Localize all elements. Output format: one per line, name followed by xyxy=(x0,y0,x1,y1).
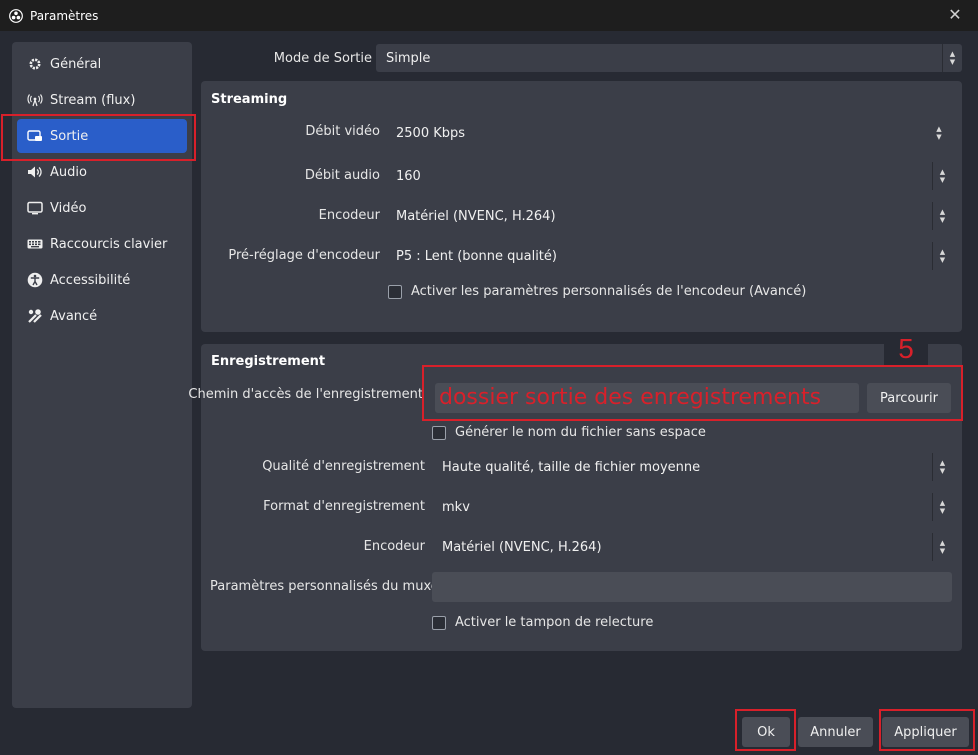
sidebar-item-stream[interactable]: Stream (flux) xyxy=(17,83,187,117)
updown-arrows-icon: ▲ ▼ xyxy=(942,44,962,72)
sidebar-item-label: Stream (flux) xyxy=(50,92,136,108)
close-icon[interactable]: ✕ xyxy=(946,6,964,24)
replay-buffer-checkbox[interactable] xyxy=(432,615,446,630)
recording-quality-select[interactable]: Haute qualité, taille de fichier moyenne… xyxy=(432,453,952,481)
output-mode-row: Mode de Sortie Simple ▲ ▼ xyxy=(200,44,966,74)
speaker-icon xyxy=(27,164,43,180)
custom-encoder-checkbox[interactable] xyxy=(388,284,402,299)
sidebar-item-label: Sortie xyxy=(50,128,89,144)
encoder-preset-label: Pré-réglage d'encodeur xyxy=(228,248,380,263)
recording-path-input[interactable]: dossier sortie des enregistrements xyxy=(435,383,859,413)
sidebar-item-advanced[interactable]: Avancé xyxy=(17,299,187,333)
sidebar-item-label: Audio xyxy=(50,164,87,180)
updown-arrows-icon: ▲ ▼ xyxy=(932,242,952,270)
updown-arrows-icon: ▲ ▼ xyxy=(932,533,952,561)
recording-group: Enregistrement Chemin d'accès de l'enreg… xyxy=(188,344,962,651)
sidebar-item-audio[interactable]: Audio xyxy=(17,155,187,189)
sidebar-item-label: Général xyxy=(50,56,102,72)
obs-logo-icon xyxy=(9,8,23,23)
streaming-group: Streaming Débit vidéo 2500 Kbps ▲ ▼ Débit… xyxy=(201,81,962,332)
output-mode-value: Simple xyxy=(386,50,431,66)
sidebar-item-hotkeys[interactable]: Raccourcis clavier xyxy=(17,227,187,261)
recording-quality-value: Haute qualité, taille de fichier moyenne xyxy=(442,459,701,475)
step-number-annotation: 5 xyxy=(884,332,928,366)
updown-arrows-icon: ▲ ▼ xyxy=(932,493,952,521)
cancel-button[interactable]: Annuler xyxy=(798,717,873,747)
recording-encoder-value: Matériel (NVENC, H.264) xyxy=(442,539,602,555)
output-settings-panel: Mode de Sortie Simple ▲ ▼ Streaming Débit… xyxy=(188,42,966,708)
streaming-encoder-value: Matériel (NVENC, H.264) xyxy=(396,208,556,224)
updown-arrows-icon[interactable]: ▲ ▼ xyxy=(929,119,949,147)
video-bitrate-spinbox[interactable]: 2500 Kbps ▲ ▼ xyxy=(386,119,949,147)
sidebar-item-accessibility[interactable]: Accessibilité xyxy=(17,263,187,297)
output-mode-select[interactable]: Simple ▲ ▼ xyxy=(376,44,962,72)
updown-arrows-icon: ▲ ▼ xyxy=(932,162,952,190)
recording-path-label: Chemin d'accès de l'enregistrement xyxy=(188,387,423,402)
sidebar-item-label: Accessibilité xyxy=(50,272,131,288)
sidebar-item-label: Avancé xyxy=(50,308,98,324)
audio-bitrate-label: Débit audio xyxy=(304,168,380,183)
replay-buffer-checkbox-label: Activer le tampon de relecture xyxy=(455,615,654,630)
muxer-label: Paramètres personnalisés du muxer xyxy=(210,579,445,594)
recording-quality-label: Qualité d'enregistrement xyxy=(262,459,425,474)
output-icon xyxy=(27,128,43,144)
replay-buffer-checkbox-row[interactable]: Activer le tampon de relecture xyxy=(432,615,653,630)
apply-button[interactable]: Appliquer xyxy=(882,717,969,747)
recording-format-value: mkv xyxy=(442,499,470,515)
audio-bitrate-select[interactable]: 160 ▲ ▼ xyxy=(386,162,952,190)
monitor-icon xyxy=(27,200,43,216)
updown-arrows-icon: ▲ ▼ xyxy=(932,202,952,230)
window-title: Paramètres xyxy=(30,8,99,23)
recording-title: Enregistrement xyxy=(211,354,326,369)
settings-sidebar: Général Stream (flux) Sortie Audio Vidéo… xyxy=(12,42,192,708)
recording-format-label: Format d'enregistrement xyxy=(263,499,425,514)
video-bitrate-value: 2500 Kbps xyxy=(396,125,466,141)
antenna-icon xyxy=(27,92,43,108)
audio-bitrate-value: 160 xyxy=(396,168,421,184)
streaming-encoder-select[interactable]: Matériel (NVENC, H.264) ▲ ▼ xyxy=(386,202,952,230)
encoder-preset-select[interactable]: P5 : Lent (bonne qualité) ▲ ▼ xyxy=(386,242,952,270)
no-space-checkbox-row[interactable]: Générer le nom du fichier sans espace xyxy=(432,425,706,440)
browse-button[interactable]: Parcourir xyxy=(867,383,951,413)
recording-encoder-label: Encodeur xyxy=(363,539,425,554)
custom-encoder-checkbox-row[interactable]: Activer les paramètres personnalisés de … xyxy=(388,284,806,299)
recording-encoder-select[interactable]: Matériel (NVENC, H.264) ▲ ▼ xyxy=(432,533,952,561)
no-space-checkbox[interactable] xyxy=(432,425,446,440)
video-bitrate-label: Débit vidéo xyxy=(305,124,380,139)
no-space-checkbox-label: Générer le nom du fichier sans espace xyxy=(455,425,706,440)
custom-encoder-checkbox-label: Activer les paramètres personnalisés de … xyxy=(411,284,807,299)
title-bar: Paramètres ✕ xyxy=(0,0,978,31)
sidebar-item-label: Raccourcis clavier xyxy=(50,236,168,252)
accessibility-icon xyxy=(27,272,43,288)
gear-icon xyxy=(27,56,43,72)
sidebar-item-video[interactable]: Vidéo xyxy=(17,191,187,225)
ok-button[interactable]: Ok xyxy=(742,717,790,747)
sidebar-item-general[interactable]: Général xyxy=(17,47,187,81)
sidebar-item-label: Vidéo xyxy=(50,200,87,216)
keyboard-icon xyxy=(27,236,43,252)
encoder-preset-value: P5 : Lent (bonne qualité) xyxy=(396,248,557,264)
tools-icon xyxy=(27,308,43,324)
recording-format-select[interactable]: mkv ▲ ▼ xyxy=(432,493,952,521)
output-mode-label: Mode de Sortie xyxy=(273,51,372,66)
streaming-title: Streaming xyxy=(211,92,288,107)
muxer-input[interactable] xyxy=(432,572,952,602)
sidebar-item-output[interactable]: Sortie xyxy=(17,119,187,153)
updown-arrows-icon: ▲ ▼ xyxy=(932,453,952,481)
encoder-label: Encodeur xyxy=(318,208,380,223)
